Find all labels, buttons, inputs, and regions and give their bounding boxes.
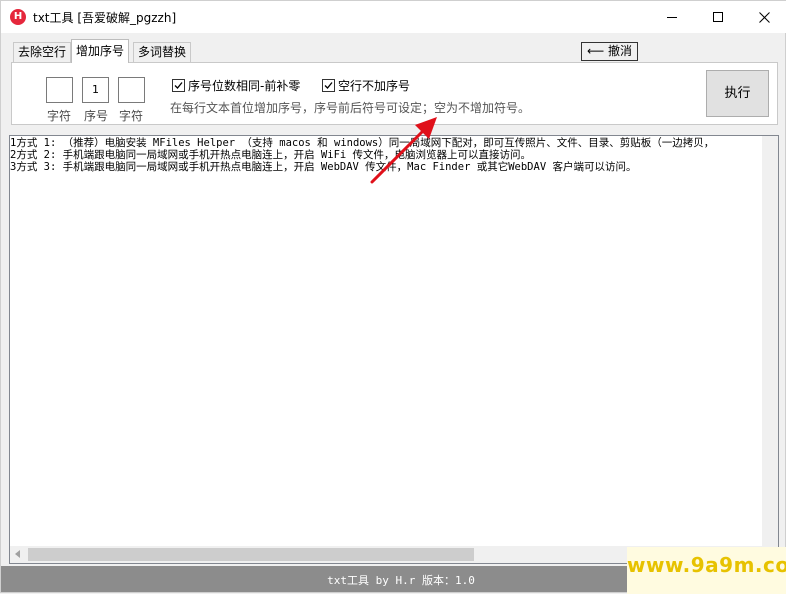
maximize-button[interactable]	[695, 1, 741, 33]
skip-empty-lines-checkbox[interactable]: 空行不加序号	[322, 77, 410, 94]
watermark: www.9a9m.com	[627, 547, 786, 594]
app-logo-icon: H	[10, 9, 26, 25]
undo-button[interactable]: ⟵ 撤消	[581, 42, 638, 61]
close-icon	[758, 11, 770, 23]
window-title: txt工具 [吾爱破解_pgzzh]	[33, 11, 177, 25]
horizontal-scroll-thumb[interactable]	[28, 548, 474, 561]
app-window: H txt工具 [吾爱破解_pgzzh] 去除空行 增加序号 多词替换 ⟵ 撤消…	[0, 0, 786, 594]
skip-empty-lines-label: 空行不加序号	[338, 79, 411, 93]
execute-button[interactable]: 执行	[706, 70, 769, 117]
sequence-label: 序号	[84, 109, 109, 123]
annotation-arrow-icon	[370, 117, 437, 184]
minimize-icon	[667, 16, 677, 18]
scroll-left-icon[interactable]	[15, 550, 20, 558]
tab-remove-empty-lines[interactable]: 去除空行	[13, 42, 72, 62]
pad-zero-checkbox[interactable]: 序号位数相同-前补零	[172, 77, 300, 94]
hint-text: 在每行文本首位增加序号，序号前后符号可设定；空为不增加符号。	[170, 101, 531, 115]
checkbox-checked-icon	[322, 79, 335, 92]
suffix-char-input[interactable]	[118, 77, 145, 103]
vertical-scrollbar[interactable]	[762, 136, 778, 546]
suffix-char-label: 字符	[119, 109, 144, 123]
prefix-char-input[interactable]	[46, 77, 73, 103]
close-button[interactable]	[741, 1, 786, 33]
tab-multi-replace[interactable]: 多词替换	[133, 42, 192, 62]
checkbox-checked-icon	[172, 79, 185, 92]
prefix-char-label: 字符	[47, 109, 72, 123]
title-bar[interactable]: H txt工具 [吾爱破解_pgzzh]	[1, 1, 786, 33]
tab-add-sequence[interactable]: 增加序号	[71, 39, 130, 63]
sequence-start-input[interactable]: 1	[82, 77, 109, 103]
watermark-text: www.9a9m.com	[627, 553, 786, 577]
maximize-icon	[713, 12, 723, 22]
pad-zero-label: 序号位数相同-前补零	[188, 79, 301, 93]
minimize-button[interactable]	[649, 1, 695, 33]
text-editor[interactable]: 1方式 1: （推荐）电脑安装 MFiles Helper （支持 macos …	[9, 135, 779, 564]
